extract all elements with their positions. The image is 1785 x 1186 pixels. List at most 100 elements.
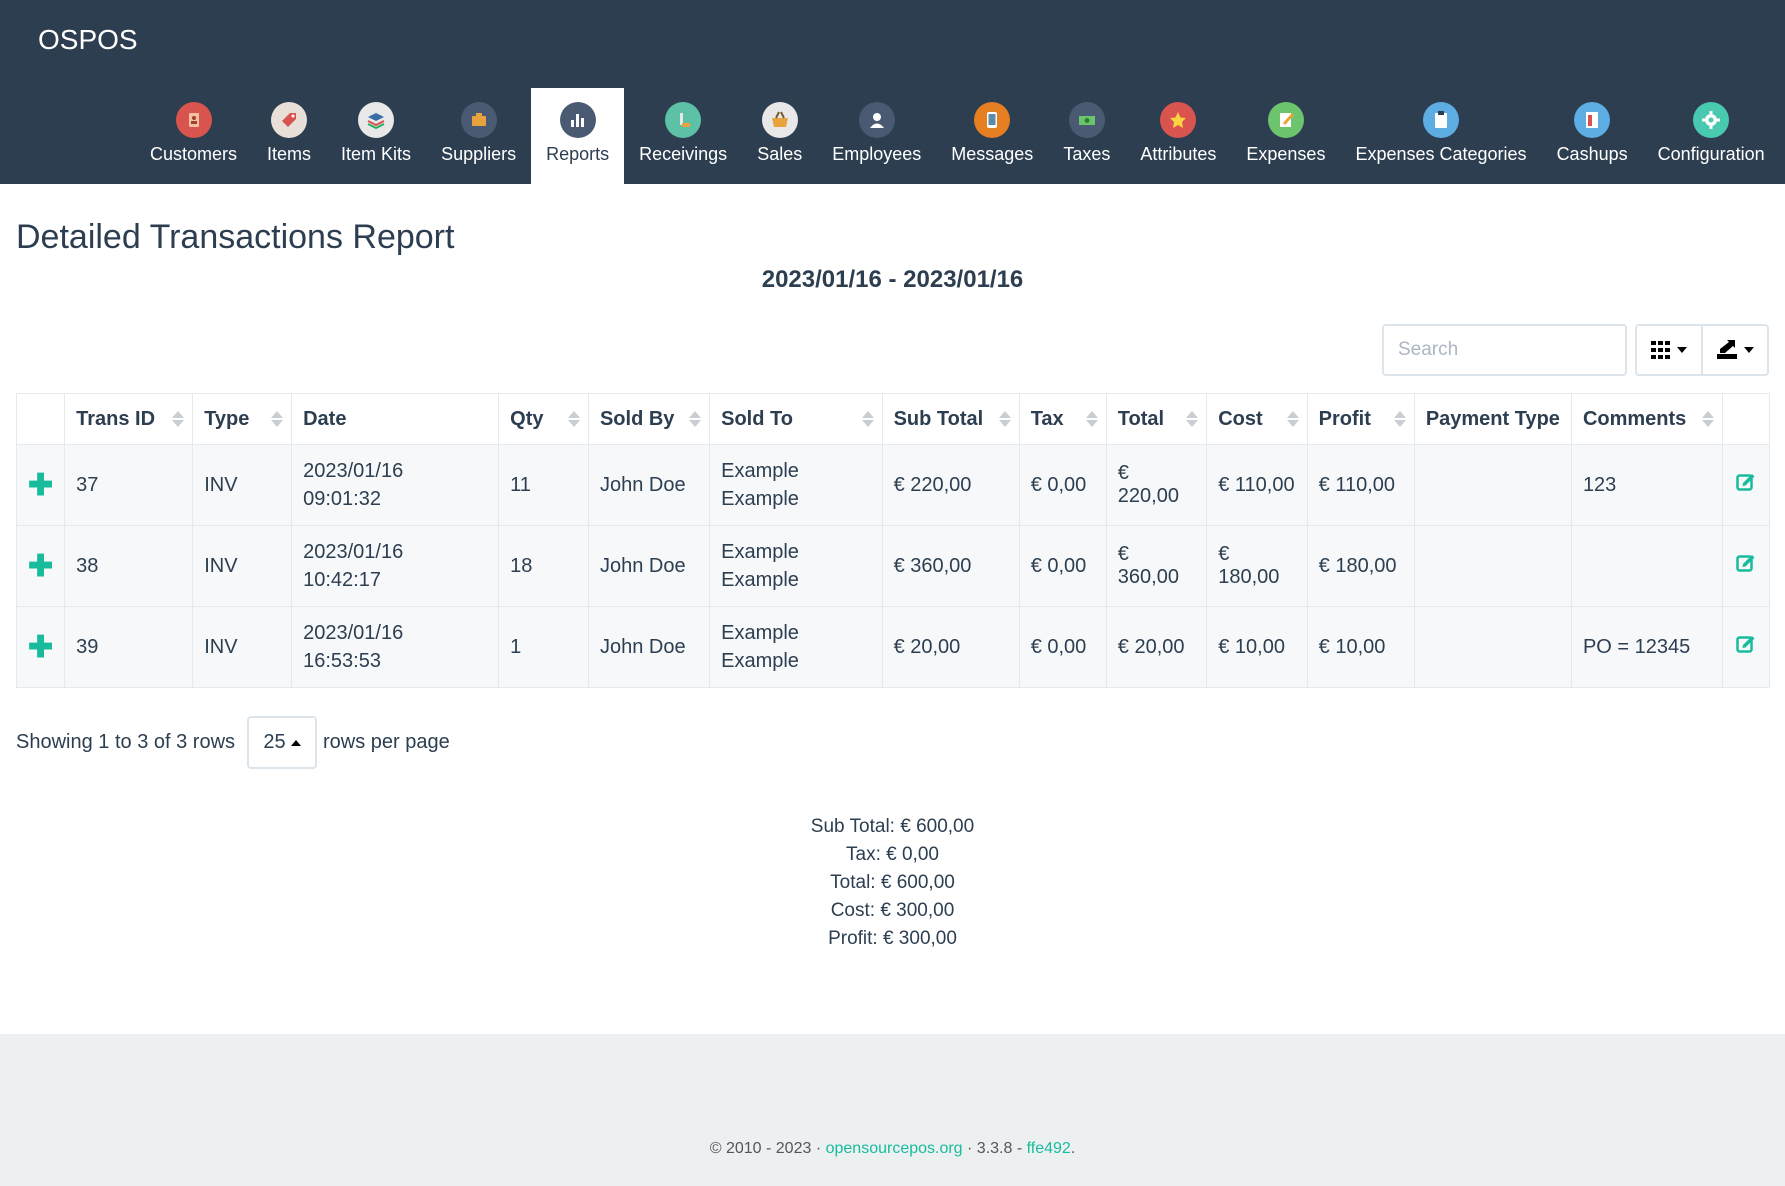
edit-icon [1736,555,1755,572]
column-header-payment-type: Payment Type [1413,393,1572,445]
nav-item-taxes[interactable]: Taxes [1048,88,1125,184]
nav-item-employees[interactable]: Employees [817,88,936,184]
nav-label: Sales [757,144,803,164]
cell-tax: € 0,00 [1018,444,1107,526]
items-icon [271,102,308,138]
footer-website-link[interactable]: opensourcepos.org [826,1140,963,1157]
cell-tax: € 0,00 [1018,525,1107,607]
column-header-trans-id[interactable]: Trans ID [64,393,194,445]
reports-icon [559,102,596,138]
cell-sold-to-line: Example [721,460,799,482]
nav-item-attributes[interactable]: Attributes [1125,88,1231,184]
page-size-dropdown[interactable]: 25 [247,716,318,769]
main-nav: Customers Items Item Kits Suppliers Reports R… [135,88,1780,184]
cell-trans-id: 37 [64,444,194,526]
nav-label: Item Kits [341,144,412,164]
edit-button[interactable] [1722,525,1770,607]
cell-cost: € 110,00 [1206,444,1308,526]
cell-date: 2023/01/16 16:53:53 [291,606,500,688]
column-header-type[interactable]: Type [192,393,293,445]
nav-item-expenses-categories[interactable]: Expenses Categories [1340,88,1541,184]
nav-label: Cashups [1556,144,1628,164]
nav-label: Employees [832,144,922,164]
export-button[interactable] [1701,324,1769,376]
summary-tax: Tax: € 0,00 [846,844,939,865]
expenses-icon [1267,102,1304,138]
nav-item-reports[interactable]: Reports [531,88,625,184]
summary-total: Total: € 600,00 [830,872,955,893]
cell-cost: € 10,00 [1206,606,1308,688]
column-header-qty[interactable]: Qty [498,393,589,445]
report-summary: Sub Total: € 600,00 Tax: € 0,00 Total: €… [0,813,1785,953]
nav-item-expenses[interactable]: Expenses [1231,88,1340,184]
edit-icon [1736,474,1755,491]
summary-cost: Cost: € 300,00 [830,900,955,921]
plus-icon: ✚ [28,549,54,583]
cashups-icon [1574,102,1611,138]
column-header-comments[interactable]: Comments [1570,393,1724,445]
summary-sub-total: Sub Total: € 600,00 [810,816,975,837]
cell-trans-id: 39 [64,606,194,688]
chevron-down-icon [1677,347,1687,353]
nav-item-sales[interactable]: Sales [742,88,817,184]
expand-row-button[interactable]: ✚ [15,525,66,607]
nav-item-messages[interactable]: Messages [936,88,1048,184]
page-title: Detailed Transactions Report [16,218,455,256]
cell-cost: € 180,00 [1206,525,1308,607]
cell-total: € 20,00 [1105,606,1208,688]
cell-trans-id: 38 [64,525,194,607]
nav-item-items[interactable]: Items [252,88,326,184]
sort-icon [1085,411,1098,427]
receivings-icon [665,102,702,138]
cell-payment-type [1413,525,1572,607]
footer-version: · 3.3.8 - [962,1140,1027,1157]
edit-button[interactable] [1722,606,1770,688]
cell-sold-to: Example Example [709,525,883,607]
nav-item-cashups[interactable]: Cashups [1542,88,1643,184]
search-input[interactable] [1382,324,1627,376]
expand-row-button[interactable]: ✚ [15,444,66,526]
cell-sold-to-line: Example [721,541,799,563]
column-header-label: Sold To [721,407,793,430]
nav-item-item-kits[interactable]: Item Kits [326,88,426,184]
column-header-label: Payment Type [1425,407,1560,430]
column-header-label: Sub Total [893,407,984,430]
nav-item-customers[interactable]: Customers [135,88,252,184]
edit-icon [1736,636,1755,653]
expand-row-button[interactable]: ✚ [15,606,66,688]
pagination-info-text: Showing 1 to 3 of 3 rows [16,731,236,753]
column-header-label: Date [303,407,347,430]
cell-tax: € 0,00 [1018,606,1107,688]
employees-icon [858,102,895,138]
edit-button[interactable] [1722,444,1770,526]
cell-date: 2023/01/16 10:42:17 [291,525,500,607]
nav-label: Receivings [639,144,728,164]
pagination: Showing 1 to 3 of 3 rows 25 rows per pag… [16,716,450,769]
nav-item-configuration[interactable]: Configuration [1643,88,1780,184]
column-header-sub-total[interactable]: Sub Total [881,393,1020,445]
columns-toggle-button[interactable] [1635,324,1703,376]
column-header-tax[interactable]: Tax [1018,393,1107,445]
brand-logo[interactable]: OSPOS [38,24,138,56]
chevron-up-icon [290,739,301,746]
customers-icon [175,102,212,138]
cell-total: € 220,00 [1105,444,1208,526]
sort-icon [271,411,284,427]
sort-icon [689,411,702,427]
nav-label: Items [267,144,312,164]
column-header-total[interactable]: Total [1105,393,1208,445]
nav-label: Customers [150,144,238,164]
grid-icon [1651,341,1670,359]
column-header-cost[interactable]: Cost [1206,393,1308,445]
nav-item-receivings[interactable]: Receivings [624,88,742,184]
column-header-sold-by[interactable]: Sold By [587,393,711,445]
column-header-label: Profit [1318,407,1371,430]
footer-commit-link[interactable]: ffe492 [1027,1140,1071,1157]
cell-sold-to: Example Example [709,606,883,688]
nav-item-suppliers[interactable]: Suppliers [426,88,531,184]
column-header-profit[interactable]: Profit [1306,393,1415,445]
cell-sold-by: John Doe [587,444,711,526]
messages-icon [974,102,1011,138]
cell-comments: 123 [1570,444,1724,526]
column-header-sold-to[interactable]: Sold To [709,393,883,445]
